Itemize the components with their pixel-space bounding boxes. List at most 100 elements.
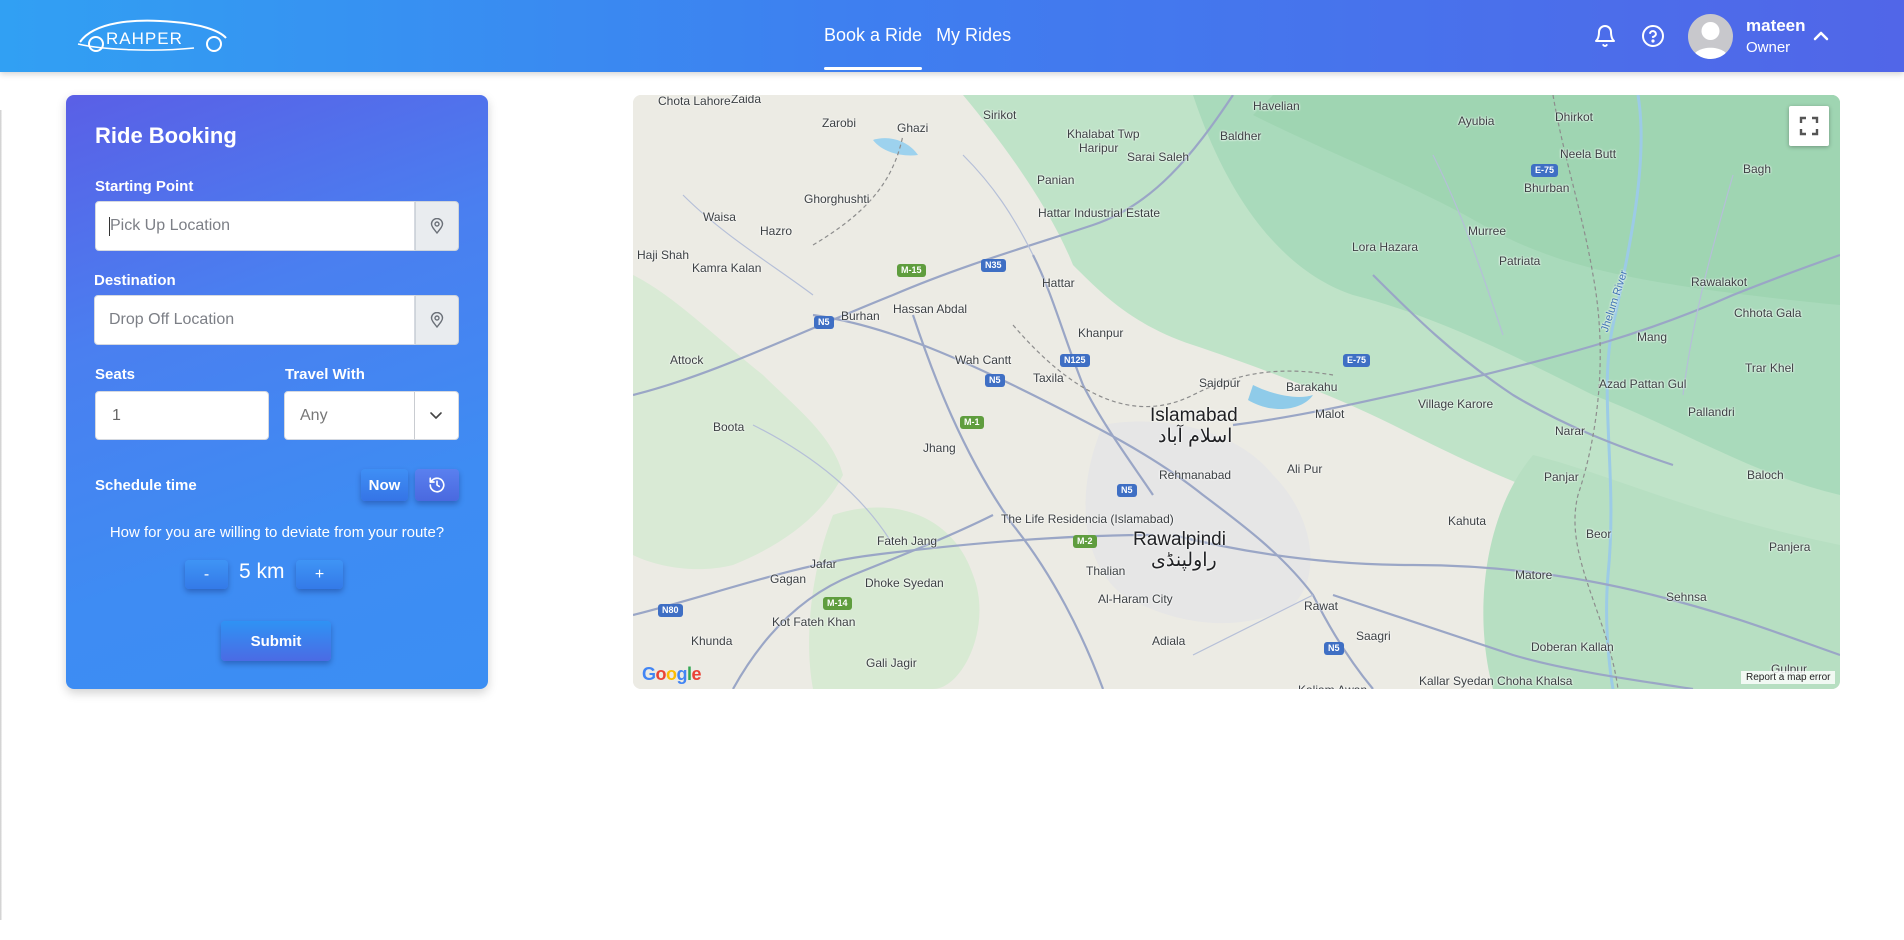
map-pin-icon bbox=[430, 312, 444, 328]
map-place-label: Dhirkot bbox=[1555, 110, 1594, 124]
road-shield: E-75 bbox=[1343, 354, 1371, 367]
map-place-label: Rawat bbox=[1304, 599, 1339, 613]
google-logo-g: G bbox=[642, 664, 656, 684]
map-place-label: Bagh bbox=[1743, 162, 1772, 176]
map-place-label: Ayubia bbox=[1458, 114, 1495, 128]
travel-with-select[interactable]: Any bbox=[284, 391, 459, 440]
schedule-now-button[interactable]: Now bbox=[361, 469, 408, 501]
chevron-down-icon bbox=[428, 407, 444, 428]
map-place-label: Kaliam Awan bbox=[1298, 684, 1367, 690]
seats-input[interactable]: 1 bbox=[95, 391, 269, 440]
road-shield: N5 bbox=[1324, 642, 1344, 655]
google-logo[interactable]: Google bbox=[642, 664, 702, 685]
pickup-location-input[interactable]: Pick Up Location bbox=[95, 201, 415, 251]
map-place-label: Taxila bbox=[1033, 371, 1064, 385]
map-place-label: Bhurban bbox=[1524, 181, 1570, 195]
map-place-label: Hazro bbox=[760, 224, 793, 238]
road-shield: M-14 bbox=[823, 597, 852, 610]
map-pin-icon bbox=[430, 218, 444, 234]
top-navbar: RAHPER Book a Ride My Rides mateen Owner bbox=[0, 0, 1904, 72]
road-shield: N125 bbox=[1060, 354, 1090, 367]
google-logo-g2: g bbox=[676, 664, 688, 684]
map-place-label: Pallandri bbox=[1688, 405, 1735, 419]
map-place-label: Hassan Abdal bbox=[893, 302, 968, 316]
map-place-label: Ghorghushti bbox=[804, 192, 870, 206]
map-place-label: Jhang bbox=[923, 441, 956, 455]
decrease-distance-button[interactable]: - bbox=[185, 560, 228, 589]
nav-tab-my-rides[interactable]: My Rides bbox=[936, 0, 1011, 70]
map-place-label: Mang bbox=[1637, 330, 1668, 344]
google-logo-o2: o bbox=[666, 664, 677, 684]
map-place-label: Haji Shah bbox=[637, 248, 690, 262]
seats-value: 1 bbox=[112, 407, 121, 424]
road-shield: N5 bbox=[1117, 484, 1137, 497]
map-place-label: Barakahu bbox=[1286, 380, 1338, 394]
rahper-logo[interactable]: RAHPER bbox=[74, 14, 234, 58]
map-place-label: Rawalakot bbox=[1691, 275, 1748, 289]
map-place-label: Gali Jagir bbox=[866, 656, 917, 670]
map-place-label: Hattar Industrial Estate bbox=[1038, 206, 1161, 220]
map-city-label: راولپنڈی bbox=[1151, 550, 1217, 571]
user-name: mateen bbox=[1746, 16, 1806, 35]
map-place-label: Adiala bbox=[1152, 634, 1186, 648]
map-place-label: Ali Pur bbox=[1287, 462, 1323, 476]
map-city-label: Rawalpindi bbox=[1133, 529, 1226, 550]
pickup-map-pin-button[interactable] bbox=[415, 201, 459, 251]
road-shield: N5 bbox=[985, 374, 1005, 387]
map-place-label: Jafar bbox=[810, 557, 837, 571]
main-nav: Book a Ride My Rides bbox=[824, 0, 1025, 72]
report-map-error-link[interactable]: Report a map error bbox=[1741, 671, 1836, 684]
map-place-label: Sirikot bbox=[983, 108, 1017, 122]
map-place-label: Khunda bbox=[691, 634, 733, 648]
dropoff-map-pin-button[interactable] bbox=[415, 295, 459, 345]
map-place-label: Sarai Saleh bbox=[1127, 150, 1190, 164]
avatar[interactable] bbox=[1688, 14, 1733, 59]
fullscreen-button[interactable] bbox=[1789, 106, 1829, 146]
map-place-label: Burhan bbox=[841, 309, 880, 323]
submit-button[interactable]: Submit bbox=[221, 621, 331, 661]
google-logo-e: e bbox=[691, 664, 702, 684]
map-place-label: Saagri bbox=[1356, 629, 1391, 643]
help-circle-icon[interactable] bbox=[1641, 24, 1665, 48]
google-logo-o1: o bbox=[655, 664, 667, 684]
map-place-label: Matore bbox=[1515, 568, 1553, 582]
chevron-up-icon[interactable] bbox=[1812, 27, 1830, 45]
road-shield: N5 bbox=[814, 316, 834, 329]
schedule-later-button[interactable] bbox=[415, 469, 459, 501]
travel-with-value: Any bbox=[300, 407, 328, 424]
map-place-label: Panian bbox=[1037, 173, 1075, 187]
increase-distance-button[interactable]: + bbox=[296, 560, 343, 589]
map-place-label: Boota bbox=[713, 420, 745, 434]
deviation-distance-value: 5 km bbox=[239, 560, 285, 583]
map-place-label: Dhoke Syedan bbox=[865, 576, 944, 590]
map-place-label: Wah Cantt bbox=[955, 353, 1012, 367]
map-city-label: Islamabad bbox=[1150, 405, 1238, 426]
map-place-label: Neela Butt bbox=[1560, 147, 1617, 161]
map-place-label: Trar Khel bbox=[1745, 361, 1794, 375]
map-place-label: Lora Hazara bbox=[1352, 240, 1419, 254]
map-place-label: Kahuta bbox=[1448, 514, 1487, 528]
dropoff-location-input[interactable]: Drop Off Location bbox=[94, 295, 415, 345]
map-place-label: Chhota Gala bbox=[1734, 306, 1802, 320]
map-place-label: Khalabat Twp bbox=[1067, 127, 1140, 141]
road-shield: M-15 bbox=[897, 264, 926, 277]
map-place-label: Al-Haram City bbox=[1098, 592, 1173, 606]
map-place-label: Village Karore bbox=[1418, 397, 1494, 411]
road-shield: E-75 bbox=[1531, 164, 1559, 177]
travel-with-label: Travel With bbox=[285, 366, 365, 383]
map-place-label: Sehnsa bbox=[1666, 590, 1707, 604]
pickup-placeholder: Pick Up Location bbox=[110, 217, 231, 234]
map-place-label: Fateh Jang bbox=[877, 534, 938, 548]
nav-tab-book-a-ride[interactable]: Book a Ride bbox=[824, 0, 923, 70]
user-role: Owner bbox=[1746, 39, 1791, 56]
card-title: Ride Booking bbox=[95, 123, 237, 148]
fullscreen-icon bbox=[1799, 116, 1819, 136]
map-place-label: Havelian bbox=[1253, 99, 1300, 113]
map-place-label: Khanpur bbox=[1078, 326, 1124, 340]
bell-icon[interactable] bbox=[1593, 24, 1617, 48]
map-view[interactable]: Chota Lahore Zaida Zarobi Ghazi Sirikot Khala… bbox=[633, 95, 1840, 689]
road-shield: M-2 bbox=[1073, 535, 1097, 548]
text-cursor bbox=[109, 217, 110, 236]
starting-point-label: Starting Point bbox=[95, 178, 194, 195]
map-place-label: Sajdpur bbox=[1199, 376, 1241, 390]
